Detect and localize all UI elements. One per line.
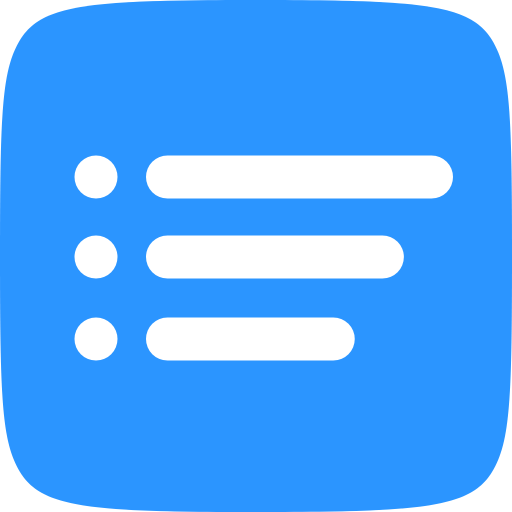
list-row-1-bullet — [74, 155, 118, 199]
list-row-3-bar — [146, 317, 355, 361]
app-icon[interactable] — [0, 0, 512, 512]
list-row-2-bar — [146, 235, 404, 279]
bulleted-list-icon — [0, 0, 512, 512]
list-row-3-bullet — [74, 317, 118, 361]
list-row-1-bar — [146, 155, 453, 199]
list-row-2-bullet — [74, 235, 118, 279]
